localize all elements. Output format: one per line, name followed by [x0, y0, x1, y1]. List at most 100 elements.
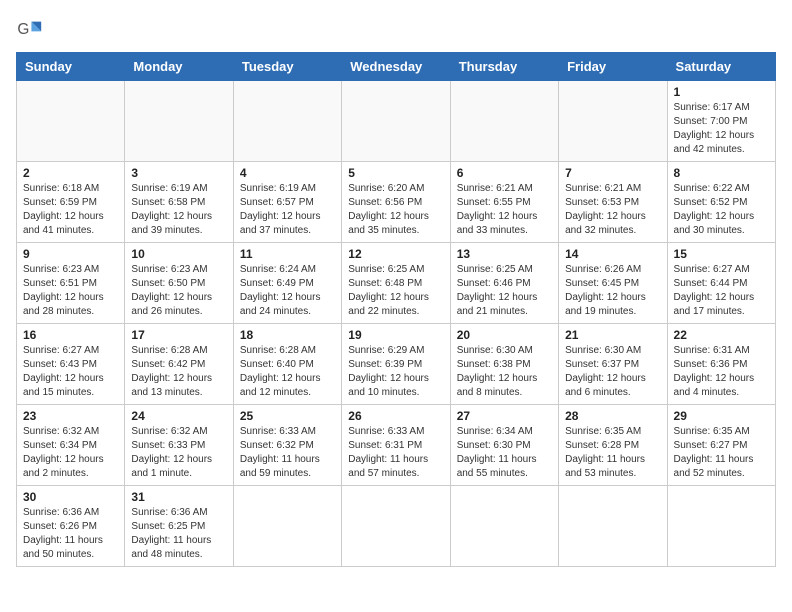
day-info: Sunrise: 6:27 AM Sunset: 6:43 PM Dayligh…	[23, 344, 118, 400]
day-number: 2	[23, 166, 118, 180]
calendar-cell: 24 Sunrise: 6:32 AM Sunset: 6:33 PM Dayli…	[125, 405, 233, 486]
calendar-cell: 5 Sunrise: 6:20 AM Sunset: 6:56 PM Daylig…	[342, 162, 450, 243]
day-number: 29	[674, 409, 769, 423]
calendar-cell: 18 Sunrise: 6:28 AM Sunset: 6:40 PM Dayli…	[233, 324, 341, 405]
day-info: Sunrise: 6:30 AM Sunset: 6:38 PM Dayligh…	[457, 344, 552, 400]
day-info: Sunrise: 6:26 AM Sunset: 6:45 PM Dayligh…	[565, 263, 660, 319]
day-number: 10	[131, 247, 226, 261]
day-number: 23	[23, 409, 118, 423]
calendar-cell	[125, 81, 233, 162]
calendar-cell: 4 Sunrise: 6:19 AM Sunset: 6:57 PM Daylig…	[233, 162, 341, 243]
day-number: 27	[457, 409, 552, 423]
calendar-cell: 6 Sunrise: 6:21 AM Sunset: 6:55 PM Daylig…	[450, 162, 558, 243]
day-info: Sunrise: 6:27 AM Sunset: 6:44 PM Dayligh…	[674, 263, 769, 319]
calendar-cell: 8Sunrise: 6:22 AM Sunset: 6:52 PM Daylig…	[667, 162, 775, 243]
day-number: 14	[565, 247, 660, 261]
day-info: Sunrise: 6:31 AM Sunset: 6:36 PM Dayligh…	[674, 344, 769, 400]
calendar-cell: 27 Sunrise: 6:34 AM Sunset: 6:30 PM Dayli…	[450, 405, 558, 486]
day-number: 11	[240, 247, 335, 261]
calendar-cell: 21Sunrise: 6:30 AM Sunset: 6:37 PM Dayli…	[559, 324, 667, 405]
day-info: Sunrise: 6:20 AM Sunset: 6:56 PM Dayligh…	[348, 182, 443, 238]
calendar-cell: 30Sunrise: 6:36 AM Sunset: 6:26 PM Dayli…	[17, 486, 125, 567]
day-of-week-header: Saturday	[667, 53, 775, 81]
day-number: 8	[674, 166, 769, 180]
calendar-cell	[450, 486, 558, 567]
day-number: 3	[131, 166, 226, 180]
day-of-week-header: Monday	[125, 53, 233, 81]
day-info: Sunrise: 6:33 AM Sunset: 6:32 PM Dayligh…	[240, 425, 335, 481]
day-info: Sunrise: 6:33 AM Sunset: 6:31 PM Dayligh…	[348, 425, 443, 481]
day-number: 22	[674, 328, 769, 342]
day-number: 13	[457, 247, 552, 261]
day-info: Sunrise: 6:18 AM Sunset: 6:59 PM Dayligh…	[23, 182, 118, 238]
day-number: 15	[674, 247, 769, 261]
calendar-cell: 1 Sunrise: 6:17 AM Sunset: 7:00 PM Daylig…	[667, 81, 775, 162]
day-number: 16	[23, 328, 118, 342]
calendar-cell	[559, 81, 667, 162]
day-number: 17	[131, 328, 226, 342]
day-number: 18	[240, 328, 335, 342]
day-info: Sunrise: 6:25 AM Sunset: 6:48 PM Dayligh…	[348, 263, 443, 319]
day-number: 6	[457, 166, 552, 180]
day-info: Sunrise: 6:28 AM Sunset: 6:40 PM Dayligh…	[240, 344, 335, 400]
day-info: Sunrise: 6:36 AM Sunset: 6:25 PM Dayligh…	[131, 506, 226, 562]
calendar-cell: 16 Sunrise: 6:27 AM Sunset: 6:43 PM Dayli…	[17, 324, 125, 405]
day-info: Sunrise: 6:32 AM Sunset: 6:33 PM Dayligh…	[131, 425, 226, 481]
day-info: Sunrise: 6:23 AM Sunset: 6:51 PM Dayligh…	[23, 263, 118, 319]
calendar-cell: 2 Sunrise: 6:18 AM Sunset: 6:59 PM Daylig…	[17, 162, 125, 243]
day-of-week-header: Sunday	[17, 53, 125, 81]
calendar-cell	[342, 486, 450, 567]
calendar-cell	[233, 81, 341, 162]
calendar-cell: 19Sunrise: 6:29 AM Sunset: 6:39 PM Dayli…	[342, 324, 450, 405]
day-number: 26	[348, 409, 443, 423]
day-info: Sunrise: 6:23 AM Sunset: 6:50 PM Dayligh…	[131, 263, 226, 319]
calendar-cell: 15 Sunrise: 6:27 AM Sunset: 6:44 PM Dayli…	[667, 243, 775, 324]
day-of-week-header: Wednesday	[342, 53, 450, 81]
day-info: Sunrise: 6:25 AM Sunset: 6:46 PM Dayligh…	[457, 263, 552, 319]
day-number: 12	[348, 247, 443, 261]
calendar-cell: 29 Sunrise: 6:35 AM Sunset: 6:27 PM Dayli…	[667, 405, 775, 486]
calendar-cell: 13 Sunrise: 6:25 AM Sunset: 6:46 PM Dayli…	[450, 243, 558, 324]
calendar-week-row: 23Sunrise: 6:32 AM Sunset: 6:34 PM Dayli…	[17, 405, 776, 486]
calendar-cell: 14 Sunrise: 6:26 AM Sunset: 6:45 PM Dayli…	[559, 243, 667, 324]
day-number: 9	[23, 247, 118, 261]
day-info: Sunrise: 6:35 AM Sunset: 6:27 PM Dayligh…	[674, 425, 769, 481]
calendar-table: SundayMondayTuesdayWednesdayThursdayFrid…	[16, 52, 776, 567]
calendar-cell	[667, 486, 775, 567]
calendar-cell: 28 Sunrise: 6:35 AM Sunset: 6:28 PM Dayli…	[559, 405, 667, 486]
day-number: 25	[240, 409, 335, 423]
calendar-cell: 31Sunrise: 6:36 AM Sunset: 6:25 PM Dayli…	[125, 486, 233, 567]
day-info: Sunrise: 6:29 AM Sunset: 6:39 PM Dayligh…	[348, 344, 443, 400]
day-info: Sunrise: 6:30 AM Sunset: 6:37 PM Dayligh…	[565, 344, 660, 400]
svg-text:G: G	[17, 21, 29, 38]
logo: G	[16, 16, 48, 44]
day-number: 28	[565, 409, 660, 423]
day-number: 5	[348, 166, 443, 180]
day-info: Sunrise: 6:35 AM Sunset: 6:28 PM Dayligh…	[565, 425, 660, 481]
calendar-cell: 11Sunrise: 6:24 AM Sunset: 6:49 PM Dayli…	[233, 243, 341, 324]
calendar-cell: 17Sunrise: 6:28 AM Sunset: 6:42 PM Dayli…	[125, 324, 233, 405]
day-number: 24	[131, 409, 226, 423]
day-number: 1	[674, 85, 769, 99]
day-info: Sunrise: 6:36 AM Sunset: 6:26 PM Dayligh…	[23, 506, 118, 562]
calendar-cell: 23Sunrise: 6:32 AM Sunset: 6:34 PM Dayli…	[17, 405, 125, 486]
day-info: Sunrise: 6:19 AM Sunset: 6:57 PM Dayligh…	[240, 182, 335, 238]
day-of-week-header: Thursday	[450, 53, 558, 81]
calendar-cell: 3 Sunrise: 6:19 AM Sunset: 6:58 PM Daylig…	[125, 162, 233, 243]
day-info: Sunrise: 6:34 AM Sunset: 6:30 PM Dayligh…	[457, 425, 552, 481]
day-info: Sunrise: 6:17 AM Sunset: 7:00 PM Dayligh…	[674, 101, 769, 157]
calendar-cell: 10 Sunrise: 6:23 AM Sunset: 6:50 PM Dayli…	[125, 243, 233, 324]
calendar-cell: 12 Sunrise: 6:25 AM Sunset: 6:48 PM Dayli…	[342, 243, 450, 324]
calendar-cell: 7Sunrise: 6:21 AM Sunset: 6:53 PM Daylig…	[559, 162, 667, 243]
calendar-cell: 26 Sunrise: 6:33 AM Sunset: 6:31 PM Dayli…	[342, 405, 450, 486]
calendar-header-row: SundayMondayTuesdayWednesdayThursdayFrid…	[17, 53, 776, 81]
calendar-cell	[559, 486, 667, 567]
day-info: Sunrise: 6:21 AM Sunset: 6:55 PM Dayligh…	[457, 182, 552, 238]
day-number: 4	[240, 166, 335, 180]
day-info: Sunrise: 6:19 AM Sunset: 6:58 PM Dayligh…	[131, 182, 226, 238]
calendar-cell	[450, 81, 558, 162]
calendar-cell	[233, 486, 341, 567]
calendar-cell: 25 Sunrise: 6:33 AM Sunset: 6:32 PM Dayli…	[233, 405, 341, 486]
logo-icon: G	[16, 16, 44, 44]
calendar-cell: 20Sunrise: 6:30 AM Sunset: 6:38 PM Dayli…	[450, 324, 558, 405]
